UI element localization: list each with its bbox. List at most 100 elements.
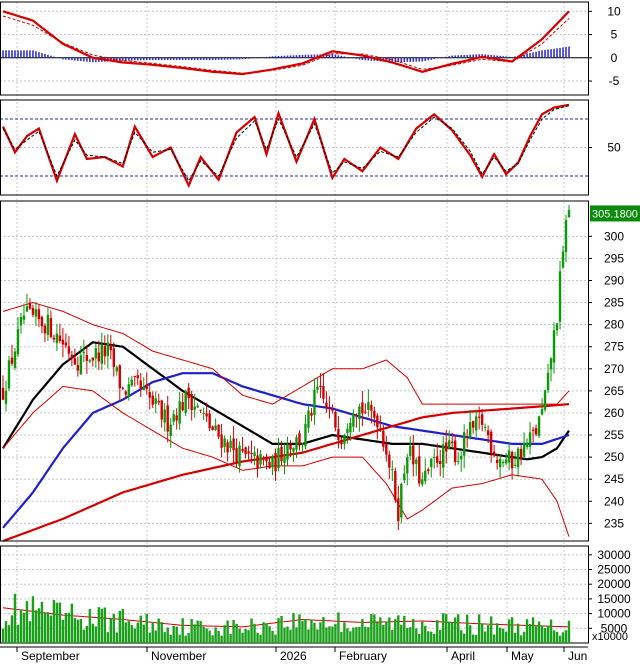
- volume-bar: [34, 610, 38, 643]
- candle-body: [421, 479, 424, 485]
- candle-body: [121, 387, 124, 389]
- volume-bar: [361, 618, 364, 643]
- candle-body: [262, 457, 265, 460]
- volume-bar: [1, 628, 5, 643]
- candle-body: [217, 424, 220, 437]
- candle-body: [193, 406, 196, 410]
- candle-body: [328, 407, 331, 409]
- volume-bar: [331, 626, 334, 643]
- y-tick-label: 20000: [597, 577, 631, 591]
- volume-bar: [142, 624, 145, 643]
- candle-body: [259, 454, 262, 465]
- volume-bar: [136, 622, 139, 643]
- candle-body: [1, 387, 5, 400]
- y-tick-label: 260: [604, 406, 624, 420]
- stock-chart: 10 5 0 -5 50 300 295 290 285 280 275 270 265 260 255 25…: [0, 0, 640, 665]
- candle-body: [244, 447, 247, 455]
- candle-body: [16, 329, 20, 355]
- volume-bar: [109, 618, 113, 643]
- candle-body: [10, 357, 14, 364]
- volume-bar: [106, 632, 110, 643]
- volume-bar: [289, 629, 292, 643]
- candle-body: [313, 389, 316, 416]
- candle-body: [331, 409, 334, 411]
- volume-bar: [456, 614, 460, 643]
- candle-body: [37, 309, 41, 320]
- volume-bar: [454, 617, 457, 643]
- candle-body: [397, 498, 400, 522]
- y-tick-label: 265: [604, 384, 624, 398]
- volume-bar: [28, 621, 32, 643]
- y-tick-label: 300: [604, 229, 624, 243]
- candle-body: [552, 330, 556, 363]
- candle-body: [346, 428, 349, 433]
- candle-body: [49, 318, 53, 338]
- candle-body: [400, 483, 403, 518]
- candle-body: [28, 302, 32, 309]
- volume-bar: [259, 634, 262, 643]
- volume-bar: [486, 625, 490, 643]
- volume-bar: [537, 621, 541, 643]
- candle-body: [79, 355, 83, 375]
- volume-bar: [238, 628, 241, 643]
- volume-bar: [67, 612, 71, 643]
- volume-bar: [247, 630, 250, 643]
- volume-bar: [433, 633, 436, 643]
- volume-bar: [406, 628, 409, 643]
- volume-bar: [337, 612, 340, 643]
- candle-body: [531, 429, 535, 431]
- volume-bar: [70, 603, 74, 643]
- candle-body: [409, 445, 412, 457]
- y-tick-label: 245: [604, 472, 624, 486]
- candle-body: [286, 444, 289, 460]
- volume-bar: [492, 634, 496, 643]
- candle-body: [483, 426, 487, 428]
- y-tick-label: 285: [604, 296, 624, 310]
- candle-body: [510, 452, 514, 469]
- volume-bar: [64, 612, 68, 643]
- y-tick-label: 15000: [597, 592, 631, 606]
- candle-body: [367, 401, 370, 410]
- candle-body: [471, 420, 475, 428]
- volume-bar: [178, 634, 181, 643]
- y-tick-label: 250: [604, 450, 624, 464]
- candle-body: [271, 455, 274, 468]
- y-tick-label: 275: [604, 340, 624, 354]
- volume-bar: [31, 596, 35, 643]
- candle-body: [76, 364, 80, 371]
- volume-bar: [130, 625, 133, 643]
- candle-body: [88, 360, 92, 362]
- volume-bar: [295, 627, 298, 643]
- volume-bar: [226, 620, 229, 643]
- volume-bar: [241, 632, 244, 643]
- candle-body: [391, 469, 394, 471]
- volume-bar: [552, 630, 556, 643]
- volume-bar: [217, 630, 220, 643]
- candle-body: [4, 390, 8, 404]
- candle-body: [334, 411, 337, 428]
- y-tick-label: 270: [604, 362, 624, 376]
- volume-bar: [220, 635, 223, 643]
- candle-body: [13, 351, 17, 368]
- x-tick-label: September: [21, 649, 80, 663]
- volume-bar: [250, 618, 253, 643]
- volume-bar: [157, 618, 160, 643]
- candle-body: [46, 314, 50, 335]
- candle-body: [145, 384, 148, 390]
- candle-body: [355, 414, 358, 416]
- volume-bar: [534, 626, 538, 643]
- volume-bar: [61, 619, 65, 643]
- volume-bar: [313, 622, 316, 643]
- y-tick-label: 30000: [597, 548, 631, 562]
- volume-bar: [175, 626, 178, 643]
- candle-body: [358, 406, 361, 419]
- volume-bar: [163, 632, 166, 643]
- candle-body: [528, 432, 532, 447]
- candle-body: [343, 435, 346, 444]
- candle-body: [181, 402, 184, 411]
- volume-bar: [22, 612, 26, 643]
- volume-bar: [471, 634, 475, 643]
- y-tick-label: -5: [609, 74, 620, 88]
- candle-body: [61, 339, 65, 345]
- candle-body: [507, 450, 511, 463]
